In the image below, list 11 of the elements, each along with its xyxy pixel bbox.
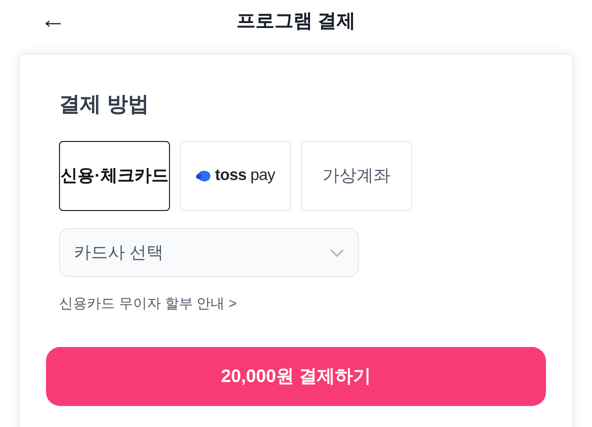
section-title: 결제 방법: [59, 92, 150, 118]
page-title: 프로그램 결제: [236, 10, 356, 34]
payment-method-tab[interactable]: 신용·체크카드: [59, 141, 170, 211]
card-issuer-select[interactable]: 카드사 선택: [59, 228, 359, 277]
pay-button[interactable]: 20,000원 결제하기: [46, 347, 546, 406]
payment-method-tab[interactable]: toss pay: [180, 141, 291, 211]
droplet-icon: [196, 169, 212, 183]
installment-info-link[interactable]: 신용카드 무이자 할부 안내 >: [59, 293, 237, 314]
back-button[interactable]: ←: [40, 6, 66, 32]
chevron-down-icon: [330, 248, 344, 256]
payment-method-tab[interactable]: 가상계좌: [301, 141, 412, 211]
